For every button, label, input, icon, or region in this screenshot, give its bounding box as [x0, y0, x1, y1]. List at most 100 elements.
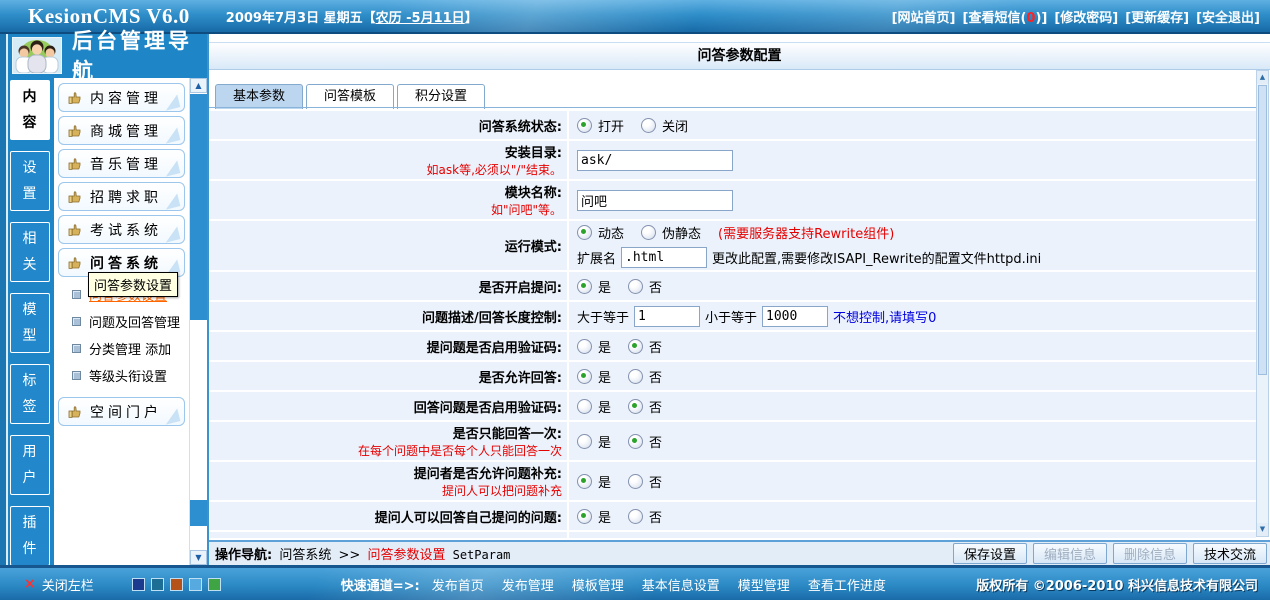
submenu-label[interactable]: 分类管理 添加 [89, 339, 171, 358]
radio-option[interactable]: 是 [577, 537, 611, 539]
scroll-down-icon[interactable]: ▼ [1257, 523, 1268, 536]
radio-option[interactable]: 是 [577, 397, 611, 416]
save-settings-button[interactable]: 保存设置 [953, 543, 1027, 564]
sidebar-tab-3[interactable]: 模 型 [10, 293, 50, 353]
radio-checked-icon[interactable] [628, 399, 643, 414]
breadcrumb-section[interactable]: 问答系统 [279, 548, 331, 563]
tab-2[interactable]: 积分设置 [397, 84, 485, 109]
sidebar-tab-2[interactable]: 相 关 [10, 222, 50, 282]
sidebar-scrollbar-thumb[interactable] [190, 94, 207, 320]
scroll-up-icon[interactable]: ▲ [190, 78, 207, 93]
radio-icon[interactable] [628, 279, 643, 294]
text-input[interactable] [634, 306, 700, 327]
radio-option[interactable]: 是 [577, 507, 611, 526]
topbar-link-1[interactable]: [查看短信(0)] [963, 7, 1048, 26]
color-square-0[interactable] [132, 578, 145, 591]
sidebar-tab-1[interactable]: 设 置 [10, 151, 50, 211]
close-left-panel-link[interactable]: 关闭左栏 [42, 575, 94, 594]
radio-option[interactable]: 否 [628, 472, 662, 491]
radio-option[interactable]: 否 [628, 337, 662, 356]
bullet-icon [72, 317, 81, 326]
tab-1[interactable]: 问答模板 [306, 84, 394, 109]
lunar-date-link[interactable]: 农历 -5月11日 [376, 11, 465, 26]
topbar-link-2[interactable]: [修改密码] [1054, 7, 1118, 26]
submenu-label[interactable]: 等级头衔设置 [89, 366, 167, 385]
color-square-2[interactable] [170, 578, 183, 591]
radio-option[interactable]: 否 [628, 507, 662, 526]
sidebar-tab-6[interactable]: 插 件 [10, 506, 50, 566]
color-square-3[interactable] [189, 578, 202, 591]
radio-checked-icon[interactable] [577, 279, 592, 294]
menu-item-1[interactable]: 商城管理 [58, 116, 185, 145]
menu-item-3[interactable]: 招聘求职 [58, 182, 185, 211]
radio-option[interactable]: 动态 [577, 223, 624, 242]
sidebar-tab-4[interactable]: 标 签 [10, 364, 50, 424]
radio-option[interactable]: 是 [577, 277, 611, 296]
submenu-item-8[interactable]: 分类管理 添加 [54, 335, 189, 362]
scroll-down-icon[interactable]: ▼ [190, 550, 207, 565]
radio-option[interactable]: 打开 [577, 116, 624, 135]
radio-checked-icon[interactable] [577, 225, 592, 240]
sidebar-scrollbar-segment[interactable] [190, 500, 207, 526]
radio-icon[interactable] [641, 118, 656, 133]
radio-option[interactable]: 是 [577, 337, 611, 356]
menu-item-2[interactable]: 音乐管理 [58, 149, 185, 178]
color-square-1[interactable] [151, 578, 164, 591]
submenu-item-7[interactable]: 问题及回答管理 [54, 308, 189, 335]
topbar-link-3[interactable]: [更新缓存] [1125, 7, 1189, 26]
radio-icon[interactable] [641, 225, 656, 240]
text-input[interactable] [577, 150, 733, 171]
close-icon[interactable]: × [24, 576, 36, 592]
radio-checked-icon[interactable] [628, 434, 643, 449]
radio-option[interactable]: 否 [628, 367, 662, 386]
topbar-link-0[interactable]: [网站首页] [892, 7, 956, 26]
menu-item-4[interactable]: 考试系统 [58, 215, 185, 244]
topbar-link-4[interactable]: [安全退出] [1196, 7, 1260, 26]
radio-icon[interactable] [628, 369, 643, 384]
text-input[interactable] [577, 190, 733, 211]
radio-icon[interactable] [628, 474, 643, 489]
radio-icon[interactable] [628, 509, 643, 524]
menu-item-10[interactable]: 空间门户 [58, 397, 185, 426]
radio-option[interactable]: 是 [577, 367, 611, 386]
quick-link-5[interactable]: 查看工作进度 [808, 575, 886, 594]
radio-checked-icon[interactable] [577, 118, 592, 133]
sidebar-scrollbar[interactable]: ▲ ▼ [189, 78, 207, 565]
tech-exchange-button[interactable]: 技术交流 [1193, 543, 1267, 564]
menu-item-0[interactable]: 内容管理 [58, 83, 185, 112]
radio-option[interactable]: 否 [628, 432, 662, 451]
quick-link-0[interactable]: 发布首页 [432, 575, 484, 594]
sidebar-tab-5[interactable]: 用 户 [10, 435, 50, 495]
quick-link-2[interactable]: 模板管理 [572, 575, 624, 594]
submenu-item-9[interactable]: 等级头衔设置 [54, 362, 189, 389]
quick-link-4[interactable]: 模型管理 [738, 575, 790, 594]
radio-checked-icon[interactable] [577, 509, 592, 524]
radio-label: 否 [649, 432, 662, 451]
radio-checked-icon[interactable] [577, 369, 592, 384]
radio-icon[interactable] [577, 339, 592, 354]
main-scrollbar[interactable]: ▲ ▼ [1256, 70, 1269, 537]
radio-option[interactable]: 是 [577, 472, 611, 491]
color-square-4[interactable] [208, 578, 221, 591]
main-scrollbar-thumb[interactable] [1258, 85, 1267, 375]
tab-0[interactable]: 基本参数 [215, 84, 303, 109]
quick-link-1[interactable]: 发布管理 [502, 575, 554, 594]
breadcrumb-page[interactable]: 问答参数设置 [367, 548, 445, 563]
radio-option[interactable]: 关闭 [641, 116, 688, 135]
radio-icon[interactable] [577, 434, 592, 449]
quick-link-3[interactable]: 基本信息设置 [642, 575, 720, 594]
scroll-up-icon[interactable]: ▲ [1257, 71, 1268, 84]
radio-option[interactable]: 否 [628, 397, 662, 416]
radio-checked-icon[interactable] [628, 339, 643, 354]
radio-checked-icon[interactable] [577, 474, 592, 489]
submenu-label[interactable]: 问题及回答管理 [89, 312, 180, 331]
text-input[interactable] [762, 306, 828, 327]
sidebar-tab-0[interactable]: 内 容 [10, 80, 50, 140]
radio-option[interactable]: 否 [628, 537, 662, 539]
radio-option[interactable]: 否 [628, 277, 662, 296]
radio-option[interactable]: 是 [577, 432, 611, 451]
radio-icon[interactable] [577, 399, 592, 414]
radio-option[interactable]: 伪静态 [641, 223, 701, 242]
quick-channel-label: 快速通道=>: [341, 575, 420, 594]
text-input[interactable] [621, 247, 707, 268]
